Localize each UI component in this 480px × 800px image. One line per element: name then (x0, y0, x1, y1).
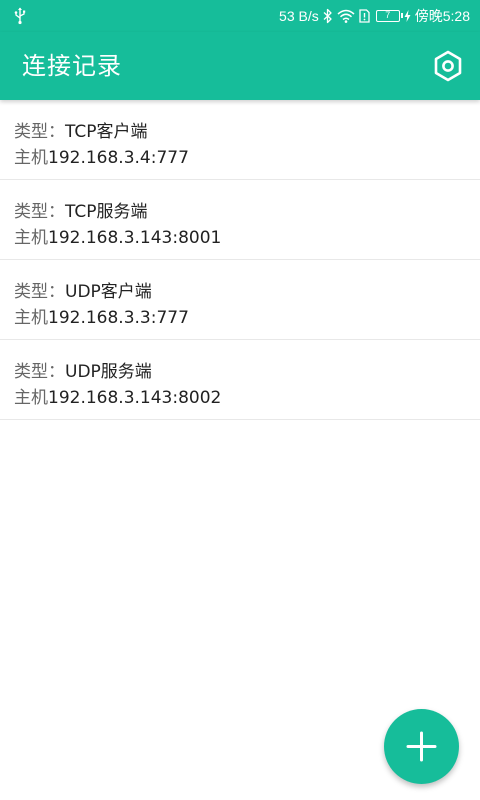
type-label: 类型： (14, 282, 65, 302)
host-value: 192.168.3.3:777 (48, 308, 189, 328)
usb-icon (14, 7, 26, 25)
plus-icon (406, 731, 437, 762)
record-item[interactable]: 类型：TCP服务端 主机192.168.3.143:8001 (0, 180, 480, 260)
type-label: 类型： (14, 202, 65, 222)
type-value: UDP客户端 (65, 282, 152, 302)
status-bar: 53 B/s 7 傍晚5:28 (0, 0, 480, 32)
battery-level: 7 (385, 10, 391, 20)
host-value: 192.168.3.143:8002 (48, 388, 222, 408)
host-label: 主机 (14, 228, 48, 248)
connection-record-list: 类型：TCP客户端 主机192.168.3.4:777 类型：TCP服务端 主机… (0, 100, 480, 420)
record-item[interactable]: 类型：UDP服务端 主机192.168.3.143:8002 (0, 340, 480, 420)
sim-alert-icon (359, 9, 370, 23)
host-value: 192.168.3.4:777 (48, 148, 189, 168)
wifi-icon (337, 9, 355, 23)
host-label: 主机 (14, 308, 48, 328)
host-value: 192.168.3.143:8001 (48, 228, 222, 248)
app-bar: 连接记录 (0, 32, 480, 100)
battery-icon: 7 (375, 10, 403, 22)
settings-hexagon-icon[interactable] (431, 49, 465, 83)
type-value: TCP服务端 (65, 202, 148, 222)
bluetooth-icon (323, 8, 332, 24)
record-item[interactable]: 类型：UDP客户端 主机192.168.3.3:777 (0, 260, 480, 340)
type-value: UDP服务端 (65, 362, 152, 382)
type-label: 类型： (14, 362, 65, 382)
host-label: 主机 (14, 388, 48, 408)
status-indicators: 53 B/s 7 傍晚5:28 (279, 0, 470, 32)
add-connection-button[interactable] (384, 709, 459, 784)
host-label: 主机 (14, 148, 48, 168)
page-title: 连接记录 (22, 52, 122, 80)
type-label: 类型： (14, 122, 65, 142)
clock: 傍晚5:28 (414, 8, 470, 24)
type-value: TCP客户端 (65, 122, 148, 142)
record-item[interactable]: 类型：TCP客户端 主机192.168.3.4:777 (0, 100, 480, 180)
network-speed: 53 B/s (279, 8, 319, 24)
charging-icon (404, 10, 411, 22)
